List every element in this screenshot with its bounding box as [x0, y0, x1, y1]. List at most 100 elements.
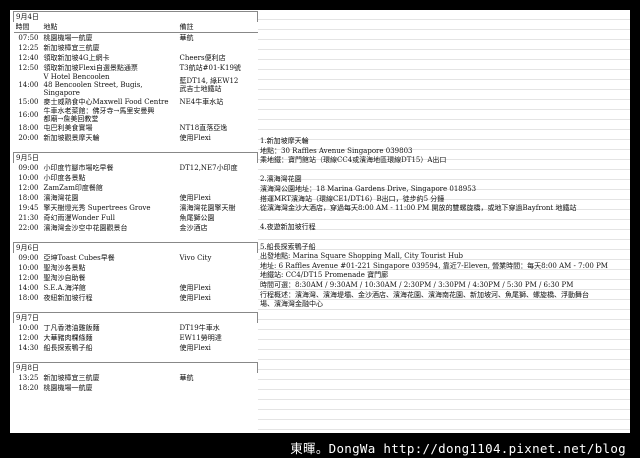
row-time: 07:50 — [18, 34, 39, 42]
row-place: 奇幻雨漫Wonder Full — [43, 214, 115, 222]
day-header-row: 9月7日 — [12, 312, 259, 323]
row-place: 亞坤Toast Cubes早餐 — [43, 254, 115, 262]
row-time: 19:45 — [18, 204, 39, 212]
row-place: 領取新加坡4G上網卡 — [43, 54, 110, 62]
itinerary-row: 16:00 牛車水老菜館：佛牙寺→馬里安曼興 都廟→詹美回教堂 — [14, 107, 258, 123]
note-line: 從濱海灣金沙大酒店，穿過每天8:00 AM - 11:00 PM 開放的雙螺旋橋… — [260, 204, 577, 213]
header-note: 備註 — [177, 22, 258, 33]
itinerary-row: 14:00 S.E.A.海洋館 使用Flexi — [14, 283, 258, 293]
row-place: 小印度竹腳市場吃早餐 — [43, 164, 114, 172]
itinerary-row: 18:20 桃園機場一航廈 — [14, 383, 258, 393]
note-block: 2.濱海灣花園 濱海灣公園地址：18 Marina Gardens Drive, … — [260, 175, 626, 213]
row-note: NT18直落亞逸 — [179, 124, 228, 132]
watermark-bar: 東暉。DongWa http://dong1104.pixnet.net/blo… — [0, 436, 640, 458]
itinerary-row: 12:00 ZamZam印度餐館 — [14, 183, 258, 193]
row-place: 麥士威熟食中心Maxwell Food Centre — [43, 98, 169, 106]
header-time: 時間 — [13, 22, 42, 33]
day-date: 9月4日 — [12, 11, 259, 22]
row-note: NE4牛車水站 — [179, 98, 224, 106]
note-line: 5.船長探索鴨子船 — [260, 242, 316, 251]
spacer-row — [14, 143, 258, 153]
note-line: 時間可選：8:30AM / 9:30AM / 10:30AM / 2:30PM … — [260, 280, 574, 289]
row-time: 13:25 — [18, 374, 39, 382]
row-note: Cheers便利店 — [179, 54, 226, 62]
spacer-cell — [14, 303, 258, 313]
row-time: 16:00 — [18, 111, 39, 119]
row-note: T3航站#01-K19號 — [179, 64, 241, 72]
day-header-row: 9月8日 — [12, 362, 259, 373]
row-place: 桃園機場一航廈 — [43, 384, 93, 392]
row-time: 10:00 — [18, 324, 39, 332]
row-time: 12:25 — [18, 44, 39, 52]
row-place: 夜紐新加坡行程 — [43, 294, 93, 302]
row-time: 12:00 — [18, 184, 39, 192]
note-line: 出發地點: Marina Square Shopping Mall, City … — [260, 252, 464, 261]
row-note — [178, 383, 258, 393]
row-note — [178, 183, 258, 193]
row-note: 使用Flexi — [179, 194, 211, 202]
note-line: 搭運MRT濱海站（環線CE1/DT16）B出口，徒步約5 分鐘 — [260, 194, 445, 203]
note-line: 場、濱海灣金融中心 — [260, 300, 323, 309]
row-place: 屯巴利美食實場 — [43, 124, 93, 132]
note-line: 2.濱海灣花園 — [260, 175, 302, 184]
row-time: 20:00 — [18, 134, 39, 142]
row-place: 濱海灣花園 — [43, 194, 79, 202]
itinerary-row: 18:00 濱海灣花園 使用Flexi — [14, 193, 258, 203]
note-line: 地址: 6 Raffles Avenue #01-221 Singapore 0… — [260, 261, 608, 270]
day-header-row: 9月5日 — [12, 152, 259, 163]
note-line: 4.夜遊新加坡行程 — [260, 223, 316, 232]
row-place: ZamZam印度餐館 — [43, 184, 103, 192]
itinerary-row: 19:45 擎天樹燈光秀 Supertrees Grove 濱海灣花園擎天樹 — [14, 203, 258, 213]
row-note: 藍DT14, 綠EW12 武吉士地鐵站 — [179, 77, 239, 93]
itinerary-row: 12:00 大華豬肉粿條麵 EW11勞明達 — [14, 333, 258, 343]
spacer-cell — [14, 233, 258, 243]
spacer-cell — [14, 143, 258, 153]
day-header-row: 9月6日 — [12, 242, 259, 253]
note-block: 4.夜遊新加坡行程 — [260, 223, 626, 233]
row-place: 船長探索鴨子船 — [43, 344, 93, 352]
itinerary-row: 22:00 濱海灣金沙空中花園觀景台 金沙酒店 — [14, 223, 258, 233]
itinerary-row: 21:30 奇幻雨漫Wonder Full 魚尾獅公園 — [14, 213, 258, 223]
row-time: 10:00 — [18, 264, 39, 272]
itinerary-row: 10:00 丁凡香港油雞飯麵 DT19牛車水 — [14, 323, 258, 333]
note-block: 5.船長探索鴨子船 出發地點: Marina Square Shopping Ma… — [260, 243, 626, 310]
row-time: 21:30 — [18, 214, 39, 222]
row-note: 金沙酒店 — [179, 224, 208, 232]
row-note: Vivo City — [179, 254, 212, 262]
itinerary-row: 12:25 新加坡樟宜三航廈 — [14, 43, 258, 53]
itinerary-row: 15:00 麥士威熟食中心Maxwell Food Centre NE4牛車水站 — [14, 97, 258, 107]
spacer-row — [14, 233, 258, 243]
itinerary-row: 07:50 桃園機場一航廈 華航 — [14, 33, 258, 44]
column-header-row: 時間 地點 備註 — [13, 22, 258, 33]
row-time: 14:30 — [18, 344, 39, 352]
row-place: 聖淘沙各景點 — [43, 264, 86, 272]
row-time: 14:00 — [18, 284, 39, 292]
itinerary-row: 14:30 船長探索鴨子船 使用Flexi — [14, 343, 258, 353]
notes-panel: 1.新加坡摩天輪 地點：30 Raffles Avenue Singapore 0… — [260, 137, 626, 319]
spacer-row — [14, 353, 258, 363]
note-line: 行程概述：濱海灣、濱海堤壩、金沙酒店、濱海花園、濱海南花園、新加坡河、魚尾獅、螺… — [260, 290, 589, 299]
row-note: EW11勞明達 — [179, 334, 222, 342]
row-place: V Hotel Bencoolen 48 Bencoolen Street, Bu… — [43, 73, 143, 97]
row-time: 09:00 — [18, 164, 39, 172]
note-block: 1.新加坡摩天輪 地點：30 Raffles Avenue Singapore 0… — [260, 137, 626, 166]
row-time: 14:00 — [18, 81, 39, 89]
row-note — [178, 173, 258, 183]
watermark-text: 東暉。DongWa http://dong1104.pixnet.net/blo… — [290, 441, 626, 456]
row-note: 使用Flexi — [179, 344, 211, 352]
row-note: 華航 — [179, 374, 194, 382]
row-place: 丁凡香港油雞飯麵 — [43, 324, 100, 332]
row-place: 擎天樹燈光秀 Supertrees Grove — [43, 204, 151, 212]
row-time: 18:00 — [18, 194, 39, 202]
day-header-row: 9月4日 — [12, 11, 259, 22]
row-time: 12:50 — [18, 64, 39, 72]
row-place: 牛車水老菜館：佛牙寺→馬里安曼興 都廟→詹美回教堂 — [43, 107, 155, 123]
row-note — [178, 273, 258, 283]
row-note — [178, 43, 258, 53]
row-time: 22:00 — [18, 224, 39, 232]
row-place: 領取新加坡Flexi自選景點通票 — [43, 64, 138, 72]
spreadsheet: 9月4日 時間 地點 備註 07:50 桃園機場一航廈 華航 12:25 新加坡樟宜三航廈 12:… — [10, 10, 630, 433]
row-place: 濱海灣金沙空中花園觀景台 — [43, 224, 128, 232]
row-time: 12:00 — [18, 334, 39, 342]
itinerary-row: 10:00 聖淘沙各景點 — [14, 263, 258, 273]
